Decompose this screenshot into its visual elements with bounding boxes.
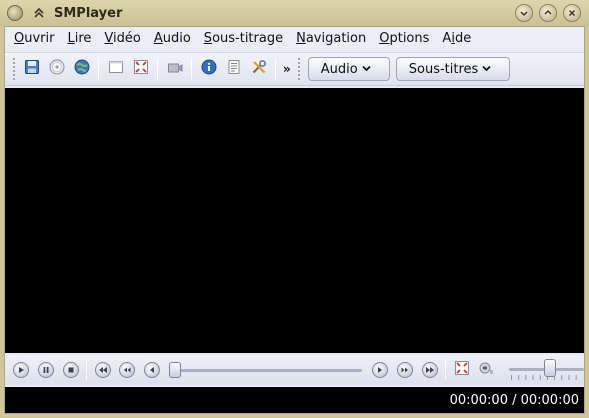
main-window: Ouvrir Lire Vidéo Audio Sous-titrage Nav… bbox=[4, 26, 585, 414]
menu-lire[interactable]: Lire bbox=[62, 31, 99, 46]
menu-label: ous-titrage bbox=[212, 30, 284, 46]
audio-track-dropdown[interactable]: Audio bbox=[307, 57, 390, 81]
window-icon bbox=[108, 59, 124, 79]
rewind-short-button[interactable] bbox=[142, 360, 162, 380]
forward-short-button[interactable] bbox=[371, 360, 391, 380]
document-list-icon bbox=[226, 59, 242, 79]
menu-bar: Ouvrir Lire Vidéo Audio Sous-titrage Nav… bbox=[5, 27, 584, 49]
main-toolbar: » Audio Sous-titres bbox=[5, 52, 584, 86]
dvd-disc-icon bbox=[49, 59, 65, 79]
toolbar-separator bbox=[275, 58, 276, 80]
rewind-far-icon bbox=[94, 362, 111, 378]
stop-icon bbox=[62, 362, 79, 378]
toolbar-overflow-button[interactable]: » bbox=[283, 62, 291, 76]
menu-label: idéo bbox=[113, 30, 141, 46]
status-bar: 00:00:00 / 00:00:00 bbox=[5, 387, 584, 413]
forward-icon bbox=[397, 362, 414, 378]
play-icon bbox=[13, 362, 30, 378]
menu-options[interactable]: Options bbox=[374, 31, 437, 46]
forward-far-button[interactable] bbox=[420, 360, 440, 380]
fullscreen-button[interactable] bbox=[130, 58, 152, 80]
seek-track bbox=[168, 369, 363, 372]
menu-mnemonic: L bbox=[67, 30, 75, 46]
playback-controls bbox=[5, 355, 584, 385]
minimize-button[interactable] bbox=[515, 4, 533, 22]
pause-button[interactable] bbox=[36, 360, 56, 380]
pause-icon bbox=[38, 362, 55, 378]
menu-mnemonic: A bbox=[153, 30, 163, 46]
subtitles-dropdown-label: Sous-titres bbox=[408, 61, 479, 77]
menu-navigation[interactable]: Navigation bbox=[291, 31, 374, 46]
info-button[interactable] bbox=[198, 58, 220, 80]
menu-mnemonic: V bbox=[104, 30, 113, 46]
maximize-button[interactable] bbox=[539, 4, 557, 22]
forward-short-icon bbox=[372, 362, 389, 378]
chevron-down-icon bbox=[362, 64, 371, 75]
shade-icon[interactable] bbox=[30, 4, 48, 22]
rewind-far-button[interactable] bbox=[93, 360, 113, 380]
seek-slider[interactable] bbox=[168, 362, 363, 378]
window-title: SMPlayer bbox=[54, 5, 123, 21]
controls-separator bbox=[445, 360, 447, 380]
menu-sous-titrage[interactable]: Sous-titrage bbox=[199, 31, 291, 46]
globe-icon bbox=[74, 59, 90, 79]
subtitles-dropdown[interactable]: Sous-titres bbox=[395, 57, 510, 81]
camera-icon bbox=[167, 59, 183, 79]
menu-mnemonic: S bbox=[203, 30, 213, 46]
play-button[interactable] bbox=[12, 360, 32, 380]
controls-separator bbox=[86, 360, 88, 380]
menu-label: uvrir bbox=[24, 30, 55, 46]
open-file-button[interactable] bbox=[21, 58, 43, 80]
fullscreen-toggle-button[interactable] bbox=[452, 360, 472, 380]
preferences-button[interactable] bbox=[248, 58, 270, 80]
stop-button[interactable] bbox=[61, 360, 81, 380]
volume-icon bbox=[478, 360, 494, 380]
floppy-icon bbox=[24, 59, 40, 79]
menu-mnemonic: N bbox=[296, 30, 306, 46]
menu-aide[interactable]: Aide bbox=[437, 31, 479, 46]
menu-ouvrir[interactable]: Ouvrir bbox=[9, 31, 62, 46]
rewind-icon bbox=[119, 362, 136, 378]
open-url-button[interactable] bbox=[71, 58, 93, 80]
title-bar: SMPlayer bbox=[0, 0, 589, 26]
audio-dropdown-label: Audio bbox=[320, 61, 358, 77]
compact-mode-button[interactable] bbox=[105, 58, 127, 80]
forward-far-icon bbox=[421, 362, 438, 378]
menu-label: de bbox=[454, 30, 472, 46]
toolbar-separator bbox=[191, 58, 192, 80]
volume-slider[interactable] bbox=[508, 359, 584, 381]
rewind-short-icon bbox=[144, 362, 161, 378]
toolbar-grip-icon[interactable] bbox=[296, 57, 301, 81]
menu-mnemonic: O bbox=[14, 30, 25, 46]
playlist-button[interactable] bbox=[223, 58, 245, 80]
seek-handle[interactable] bbox=[168, 362, 181, 378]
forward-button[interactable] bbox=[395, 360, 415, 380]
toolbar-separator bbox=[157, 58, 158, 80]
toolbar-separator bbox=[98, 58, 99, 80]
volume-handle[interactable] bbox=[543, 359, 556, 377]
menu-label: A bbox=[442, 30, 452, 46]
mute-button[interactable] bbox=[477, 360, 497, 380]
fullscreen-icon bbox=[133, 59, 149, 79]
menu-video[interactable]: Vidéo bbox=[99, 31, 148, 46]
menu-label: udio bbox=[162, 30, 191, 46]
menu-label: ptions bbox=[389, 30, 430, 46]
menu-label: ire bbox=[74, 30, 92, 46]
menu-mnemonic: O bbox=[379, 30, 390, 46]
menu-label: avigation bbox=[305, 30, 367, 46]
video-display[interactable] bbox=[5, 88, 584, 353]
chevron-down-icon bbox=[482, 64, 491, 75]
info-icon bbox=[201, 59, 217, 79]
rewind-button[interactable] bbox=[118, 360, 138, 380]
open-dvd-button[interactable] bbox=[46, 58, 68, 80]
toolbar-grip-icon[interactable] bbox=[12, 57, 16, 81]
screenshot-button[interactable] bbox=[164, 58, 186, 80]
window-menu-icon[interactable] bbox=[7, 5, 23, 21]
time-display: 00:00:00 / 00:00:00 bbox=[449, 392, 579, 408]
tools-icon bbox=[251, 59, 267, 79]
close-button[interactable] bbox=[563, 4, 581, 22]
fullscreen-icon bbox=[454, 360, 470, 380]
menu-audio[interactable]: Audio bbox=[149, 31, 199, 46]
